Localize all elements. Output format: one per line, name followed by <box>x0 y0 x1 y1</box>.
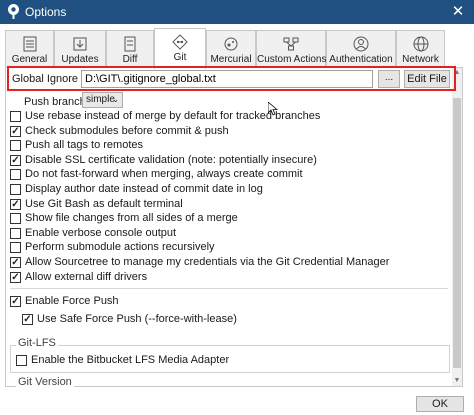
tab-general[interactable]: General <box>5 30 54 67</box>
option-checkbox[interactable]: ✓ <box>10 271 21 283</box>
lfs-media-adapter-checkbox[interactable] <box>16 355 27 366</box>
safe-force-push-label: Use Safe Force Push (--force-with-lease) <box>37 313 237 325</box>
option-checkbox[interactable] <box>10 213 21 225</box>
sourcetree-logo-icon <box>8 4 19 19</box>
authentication-icon <box>353 36 369 52</box>
safe-force-push-checkbox[interactable]: ✓ <box>22 314 33 325</box>
mercurial-icon <box>224 37 238 51</box>
close-button[interactable]: ✕ <box>442 0 474 24</box>
tab-authentication[interactable]: Authentication <box>326 30 396 67</box>
updates-icon <box>73 37 87 51</box>
push-branches-select[interactable]: simple ⌄ <box>82 92 123 108</box>
option-label: Disable SSL certificate validation (note… <box>25 153 317 166</box>
tab-git[interactable]: Git <box>154 28 206 69</box>
tab-updates-label: Updates <box>61 54 99 65</box>
option-checkbox[interactable] <box>10 227 21 239</box>
general-icon <box>23 36 36 52</box>
tab-custom-actions-label: Custom Actions <box>257 54 327 65</box>
vertical-scrollbar[interactable]: ▲ ▼ <box>452 68 462 386</box>
diff-icon <box>124 36 136 52</box>
tab-updates[interactable]: Updates <box>54 30 106 67</box>
tab-diff[interactable]: Diff <box>106 30 154 67</box>
separator <box>10 288 448 289</box>
network-icon <box>413 36 428 52</box>
lfs-media-adapter-label: Enable the Bitbucket LFS Media Adapter <box>31 354 230 366</box>
option-label: Check submodules before commit & push <box>25 124 229 137</box>
tab-network-label: Network <box>402 54 439 65</box>
option-label: Do not fast-forward when merging, always… <box>25 168 303 181</box>
option-checkbox[interactable] <box>10 140 21 152</box>
option-label: Push all tags to remotes <box>25 139 144 152</box>
custom-actions-icon <box>283 37 299 51</box>
git-version-title: Git Version <box>16 376 74 388</box>
option-checkbox[interactable]: ✓ <box>10 257 21 268</box>
title-bar: Options ✕ <box>0 0 474 24</box>
option-label: Display author date instead of commit da… <box>25 183 263 195</box>
git-lfs-title: Git-LFS <box>16 337 58 349</box>
option-checkbox[interactable]: ✓ <box>10 125 21 137</box>
option-label: Allow Sourcetree to manage my credential… <box>25 256 390 268</box>
tab-diff-label: Diff <box>122 54 138 65</box>
option-label: Perform submodule actions recursively <box>25 241 215 254</box>
option-checkbox[interactable] <box>10 111 21 122</box>
option-checkbox[interactable]: ✓ <box>10 198 21 210</box>
tab-git-label: Git <box>173 52 187 63</box>
ok-button[interactable]: OK <box>416 396 464 412</box>
tab-strip: General Updates Diff Git Mercurial Custo… <box>5 28 469 69</box>
push-branches-value: simple <box>86 94 115 105</box>
option-label: Enable verbose console output <box>25 226 177 239</box>
tab-network[interactable]: Network <box>396 30 445 67</box>
option-label: Show file changes from all sides of a me… <box>25 212 238 225</box>
git-icon <box>172 34 188 50</box>
tab-mercurial[interactable]: Mercurial <box>206 30 256 67</box>
tab-mercurial-label: Mercurial <box>210 54 252 65</box>
scroll-down-icon[interactable]: ▼ <box>452 376 462 386</box>
scroll-thumb[interactable] <box>453 98 461 368</box>
option-checkbox[interactable] <box>10 242 21 254</box>
chevron-down-icon: ⌄ <box>112 95 119 104</box>
mouse-cursor-icon <box>268 102 278 116</box>
option-checkbox[interactable]: ✓ <box>10 154 21 166</box>
option-label: Allow external diff drivers <box>25 270 148 283</box>
option-label: Use Git Bash as default terminal <box>25 197 183 210</box>
option-checkbox[interactable] <box>10 184 21 195</box>
tab-general-label: General <box>11 54 48 65</box>
tab-custom-actions[interactable]: Custom Actions <box>256 30 326 67</box>
option-checkbox[interactable] <box>10 169 21 181</box>
window-title: Options <box>25 5 67 19</box>
force-push-label: Enable Force Push <box>25 295 119 307</box>
tab-authentication-label: Authentication <box>329 54 393 65</box>
force-push-checkbox[interactable]: ✓ <box>10 296 21 307</box>
ignore-list-highlight <box>7 66 456 91</box>
